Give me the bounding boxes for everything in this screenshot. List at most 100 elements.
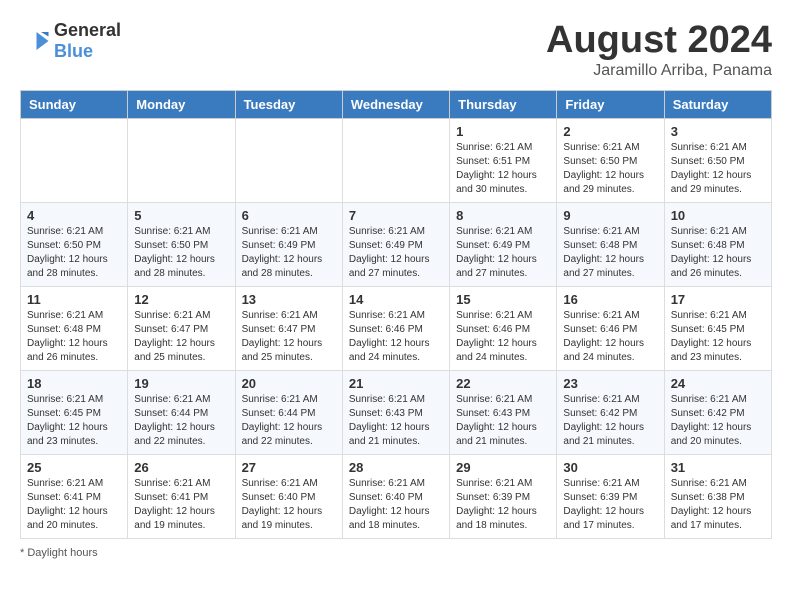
calendar-cell: 5 Sunrise: 6:21 AM Sunset: 6:50 PM Daylig… [128, 202, 235, 286]
day-info: Sunrise: 6:21 AM Sunset: 6:45 PM Dayligh… [671, 309, 765, 365]
day-number: 11 [27, 292, 121, 307]
day-number: 27 [242, 460, 336, 475]
calendar-cell: 17 Sunrise: 6:21 AM Sunset: 6:45 PM Dayli… [664, 286, 771, 370]
calendar-cell: 6 Sunrise: 6:21 AM Sunset: 6:49 PM Daylig… [235, 202, 342, 286]
calendar-cell: 12Sunrise: 6:21 AM Sunset: 6:47 PM Dayli… [128, 286, 235, 370]
day-number: 19 [134, 376, 228, 391]
day-info: Sunrise: 6:21 AM Sunset: 6:48 PM Dayligh… [27, 309, 121, 365]
day-number: 28 [349, 460, 443, 475]
day-of-week-header: Tuesday [235, 90, 342, 118]
calendar-cell: 16 Sunrise: 6:21 AM Sunset: 6:46 PM Dayli… [557, 286, 664, 370]
calendar-cell: 24Sunrise: 6:21 AM Sunset: 6:42 PM Dayli… [664, 370, 771, 454]
day-info: Sunrise: 6:21 AM Sunset: 6:44 PM Dayligh… [134, 393, 228, 449]
day-info: Sunrise: 6:21 AM Sunset: 6:40 PM Dayligh… [349, 477, 443, 533]
day-number: 25 [27, 460, 121, 475]
calendar-cell: 3 Sunrise: 6:21 AM Sunset: 6:50 PM Daylig… [664, 118, 771, 202]
calendar-cell: 18 Sunrise: 6:21 AM Sunset: 6:45 PM Dayli… [21, 370, 128, 454]
day-number: 13 [242, 292, 336, 307]
day-number: 29 [456, 460, 550, 475]
day-info: Sunrise: 6:21 AM Sunset: 6:43 PM Dayligh… [349, 393, 443, 449]
day-info: Sunrise: 6:21 AM Sunset: 6:40 PM Dayligh… [242, 477, 336, 533]
calendar-cell: 31 Sunrise: 6:21 AM Sunset: 6:38 PM Dayli… [664, 454, 771, 538]
calendar-week-row: 4 Sunrise: 6:21 AM Sunset: 6:50 PM Daylig… [21, 202, 772, 286]
day-number: 1 [456, 124, 550, 139]
calendar-cell: 25 Sunrise: 6:21 AM Sunset: 6:41 PM Dayli… [21, 454, 128, 538]
logo-general: General [54, 20, 121, 40]
calendar-cell: 8Sunrise: 6:21 AM Sunset: 6:49 PM Daylig… [450, 202, 557, 286]
footer-note: * Daylight hours [20, 547, 772, 559]
day-of-week-header: Thursday [450, 90, 557, 118]
day-info: Sunrise: 6:21 AM Sunset: 6:44 PM Dayligh… [242, 393, 336, 449]
day-info: Sunrise: 6:21 AM Sunset: 6:50 PM Dayligh… [563, 141, 657, 197]
day-info: Sunrise: 6:21 AM Sunset: 6:43 PM Dayligh… [456, 393, 550, 449]
day-number: 31 [671, 460, 765, 475]
day-number: 17 [671, 292, 765, 307]
page-header: General Blue August 2024 Jaramillo Arrib… [20, 20, 772, 80]
day-info: Sunrise: 6:21 AM Sunset: 6:51 PM Dayligh… [456, 141, 550, 197]
day-number: 18 [27, 376, 121, 391]
calendar-cell [21, 118, 128, 202]
day-of-week-header: Sunday [21, 90, 128, 118]
day-number: 15 [456, 292, 550, 307]
logo-blue: Blue [54, 41, 93, 61]
day-info: Sunrise: 6:21 AM Sunset: 6:49 PM Dayligh… [456, 225, 550, 281]
calendar-cell [235, 118, 342, 202]
calendar-body: 1 Sunrise: 6:21 AM Sunset: 6:51 PM Daylig… [21, 118, 772, 538]
logo: General Blue [20, 20, 121, 62]
day-info: Sunrise: 6:21 AM Sunset: 6:46 PM Dayligh… [349, 309, 443, 365]
day-number: 16 [563, 292, 657, 307]
calendar-cell: 1 Sunrise: 6:21 AM Sunset: 6:51 PM Daylig… [450, 118, 557, 202]
day-info: Sunrise: 6:21 AM Sunset: 6:42 PM Dayligh… [563, 393, 657, 449]
month-year-title: August 2024 [546, 20, 772, 62]
day-info: Sunrise: 6:21 AM Sunset: 6:41 PM Dayligh… [134, 477, 228, 533]
day-info: Sunrise: 6:21 AM Sunset: 6:46 PM Dayligh… [456, 309, 550, 365]
day-number: 24 [671, 376, 765, 391]
day-number: 4 [27, 208, 121, 223]
day-number: 14 [349, 292, 443, 307]
day-info: Sunrise: 6:21 AM Sunset: 6:47 PM Dayligh… [242, 309, 336, 365]
day-info: Sunrise: 6:21 AM Sunset: 6:38 PM Dayligh… [671, 477, 765, 533]
calendar-cell: 4 Sunrise: 6:21 AM Sunset: 6:50 PM Daylig… [21, 202, 128, 286]
day-info: Sunrise: 6:21 AM Sunset: 6:48 PM Dayligh… [671, 225, 765, 281]
day-of-week-header: Monday [128, 90, 235, 118]
day-info: Sunrise: 6:21 AM Sunset: 6:48 PM Dayligh… [563, 225, 657, 281]
day-number: 12 [134, 292, 228, 307]
day-info: Sunrise: 6:21 AM Sunset: 6:50 PM Dayligh… [27, 225, 121, 281]
calendar-cell: 2Sunrise: 6:21 AM Sunset: 6:50 PM Daylig… [557, 118, 664, 202]
calendar-cell [342, 118, 449, 202]
day-info: Sunrise: 6:21 AM Sunset: 6:50 PM Dayligh… [134, 225, 228, 281]
calendar-cell: 14 Sunrise: 6:21 AM Sunset: 6:46 PM Dayli… [342, 286, 449, 370]
day-number: 3 [671, 124, 765, 139]
day-number: 5 [134, 208, 228, 223]
calendar-cell: 10 Sunrise: 6:21 AM Sunset: 6:48 PM Dayli… [664, 202, 771, 286]
day-number: 30 [563, 460, 657, 475]
calendar-cell: 28 Sunrise: 6:21 AM Sunset: 6:40 PM Dayli… [342, 454, 449, 538]
day-info: Sunrise: 6:21 AM Sunset: 6:49 PM Dayligh… [242, 225, 336, 281]
day-info: Sunrise: 6:21 AM Sunset: 6:45 PM Dayligh… [27, 393, 121, 449]
day-of-week-header: Saturday [664, 90, 771, 118]
day-info: Sunrise: 6:21 AM Sunset: 6:46 PM Dayligh… [563, 309, 657, 365]
day-of-week-header: Wednesday [342, 90, 449, 118]
day-number: 22 [456, 376, 550, 391]
calendar-cell: 13 Sunrise: 6:21 AM Sunset: 6:47 PM Dayli… [235, 286, 342, 370]
day-number: 10 [671, 208, 765, 223]
calendar-week-row: 18 Sunrise: 6:21 AM Sunset: 6:45 PM Dayli… [21, 370, 772, 454]
calendar-cell: 30Sunrise: 6:21 AM Sunset: 6:39 PM Dayli… [557, 454, 664, 538]
day-number: 21 [349, 376, 443, 391]
day-number: 9 [563, 208, 657, 223]
day-info: Sunrise: 6:21 AM Sunset: 6:41 PM Dayligh… [27, 477, 121, 533]
days-of-week-row: SundayMondayTuesdayWednesdayThursdayFrid… [21, 90, 772, 118]
day-number: 6 [242, 208, 336, 223]
day-number: 7 [349, 208, 443, 223]
calendar-cell: 19 Sunrise: 6:21 AM Sunset: 6:44 PM Dayli… [128, 370, 235, 454]
footer-note-text: Daylight hours [27, 547, 97, 559]
calendar-cell: 22 Sunrise: 6:21 AM Sunset: 6:43 PM Dayli… [450, 370, 557, 454]
title-area: August 2024 Jaramillo Arriba, Panama [546, 20, 772, 80]
day-info: Sunrise: 6:21 AM Sunset: 6:50 PM Dayligh… [671, 141, 765, 197]
calendar-cell: 26Sunrise: 6:21 AM Sunset: 6:41 PM Dayli… [128, 454, 235, 538]
calendar-cell: 15 Sunrise: 6:21 AM Sunset: 6:46 PM Dayli… [450, 286, 557, 370]
calendar-cell: 27 Sunrise: 6:21 AM Sunset: 6:40 PM Dayli… [235, 454, 342, 538]
calendar-cell: 9 Sunrise: 6:21 AM Sunset: 6:48 PM Daylig… [557, 202, 664, 286]
calendar-week-row: 11 Sunrise: 6:21 AM Sunset: 6:48 PM Dayli… [21, 286, 772, 370]
day-info: Sunrise: 6:21 AM Sunset: 6:49 PM Dayligh… [349, 225, 443, 281]
